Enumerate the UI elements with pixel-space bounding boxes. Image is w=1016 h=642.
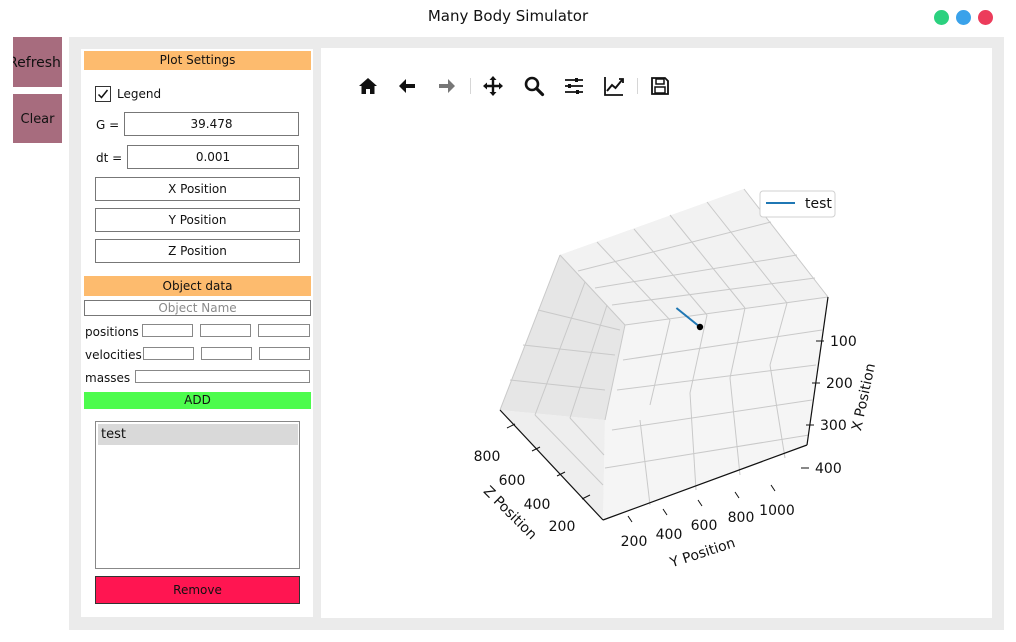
window-title: Many Body Simulator	[427, 7, 589, 25]
refresh-button[interactable]: Refresh	[13, 37, 62, 87]
masses-label: masses	[85, 371, 131, 385]
object-list[interactable]: test	[95, 421, 300, 569]
g-input[interactable]: 39.478	[124, 112, 299, 136]
dt-input[interactable]: 0.001	[127, 145, 299, 169]
minimize-button[interactable]	[956, 10, 971, 25]
subplots-icon[interactable]	[562, 74, 586, 98]
object-name-input[interactable]: Object Name	[84, 300, 311, 316]
velocity-y-input[interactable]	[201, 347, 252, 360]
positions-label: positions	[85, 325, 139, 339]
mass-input[interactable]	[135, 370, 310, 383]
list-item[interactable]: test	[98, 424, 298, 445]
toolbar-separator	[470, 78, 471, 94]
toolbar-separator	[637, 78, 638, 94]
legend-label: Legend	[117, 87, 162, 101]
remove-button[interactable]: Remove	[95, 576, 300, 604]
z-position-button[interactable]: Z Position	[95, 239, 300, 263]
dt-label: dt =	[96, 151, 123, 165]
y-position-button[interactable]: Y Position	[95, 208, 300, 232]
back-icon[interactable]	[395, 74, 419, 98]
zoom-icon[interactable]	[522, 74, 546, 98]
pan-icon[interactable]	[481, 74, 505, 98]
legend-checkbox[interactable]	[95, 86, 111, 102]
velocity-z-input[interactable]	[259, 347, 310, 360]
home-icon[interactable]	[356, 74, 380, 98]
save-icon[interactable]	[648, 74, 672, 98]
position-z-input[interactable]	[258, 324, 310, 337]
clear-label: Clear	[20, 112, 55, 127]
close-button[interactable]	[978, 10, 993, 25]
plot-settings-header: Plot Settings	[84, 51, 311, 70]
x-position-button[interactable]: X Position	[95, 177, 300, 201]
forward-icon[interactable]	[435, 74, 459, 98]
maximize-button[interactable]	[934, 10, 949, 25]
object-data-header: Object data	[84, 276, 311, 296]
edit-axes-icon[interactable]	[602, 74, 626, 98]
checkmark-icon	[97, 89, 109, 99]
plot-canvas[interactable]	[321, 48, 992, 618]
position-x-input[interactable]	[142, 324, 193, 337]
velocities-label: velocities	[85, 348, 142, 362]
clear-button[interactable]: Clear	[13, 94, 62, 143]
g-label: G =	[96, 118, 120, 132]
title-bar: Many Body Simulator	[0, 0, 1016, 34]
position-y-input[interactable]	[200, 324, 251, 337]
refresh-label: Refresh	[13, 55, 61, 71]
velocity-x-input[interactable]	[143, 347, 194, 360]
add-button[interactable]: ADD	[84, 392, 311, 409]
